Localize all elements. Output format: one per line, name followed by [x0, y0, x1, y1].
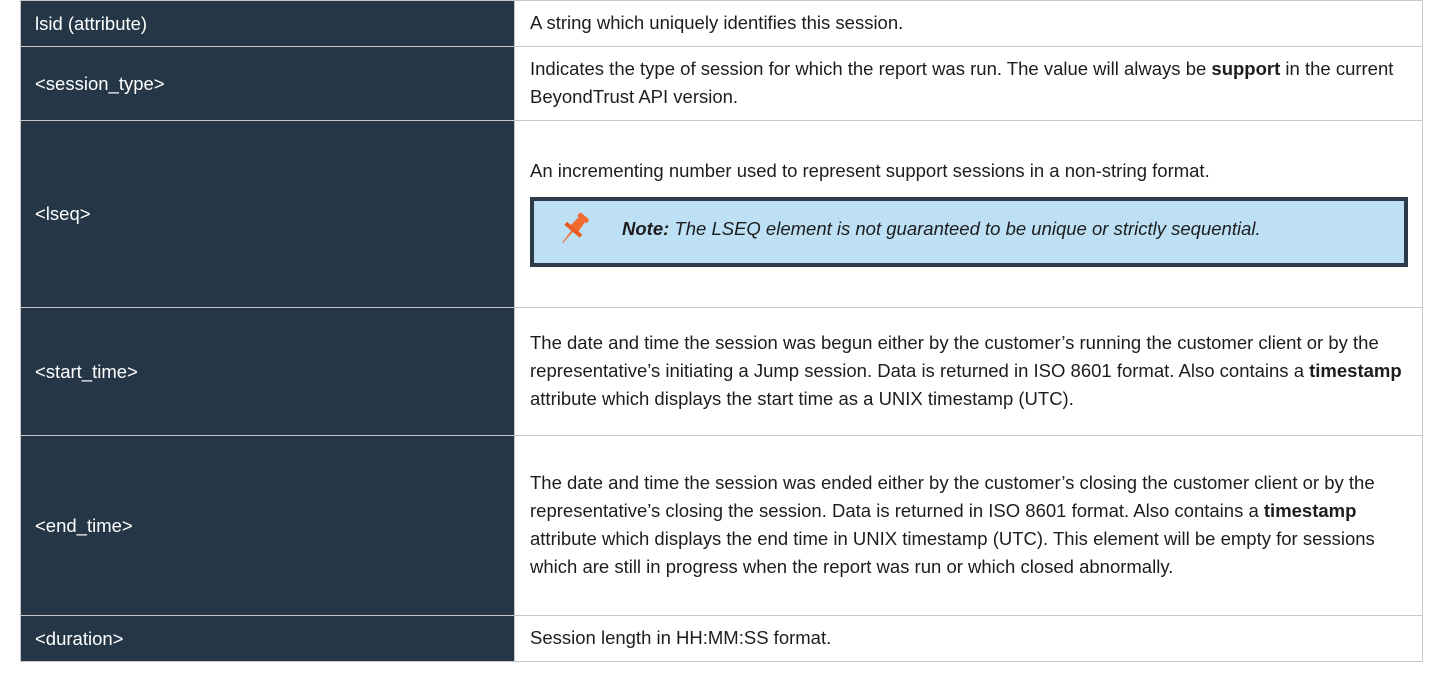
note-label: Note:	[622, 217, 670, 239]
table-row: <start_time> The date and time the sessi…	[20, 307, 1423, 436]
element-name: <session_type>	[20, 46, 515, 121]
note-callout: Note: The LSEQ element is not guaranteed…	[530, 196, 1408, 267]
table-row: <duration> Session length in HH:MM:SS fo…	[20, 615, 1423, 662]
desc-text: attribute which displays the start time …	[530, 388, 1074, 409]
element-name: lsid (attribute)	[20, 0, 515, 47]
note-body: The LSEQ element is not guaranteed to be…	[669, 217, 1261, 239]
table-row: lsid (attribute) A string which uniquely…	[20, 0, 1423, 47]
desc-bold: support	[1211, 58, 1281, 79]
element-description: A string which uniquely identifies this …	[514, 0, 1423, 47]
table-row: <lseq> An incrementing number used to re…	[20, 120, 1423, 308]
desc-text: The date and time the session was begun …	[530, 332, 1379, 381]
table-row: <session_type> Indicates the type of ses…	[20, 46, 1423, 121]
note-text: Note: The LSEQ element is not guaranteed…	[622, 215, 1261, 243]
element-name: <end_time>	[20, 435, 515, 616]
desc-bold: timestamp	[1263, 500, 1357, 521]
element-description: The date and time the session was begun …	[514, 307, 1423, 436]
element-name: <start_time>	[20, 307, 515, 436]
element-description: Session length in HH:MM:SS format.	[514, 615, 1423, 662]
element-description: An incrementing number used to represent…	[514, 120, 1423, 308]
element-name: <duration>	[20, 615, 515, 662]
element-description: Indicates the type of session for which …	[514, 46, 1423, 121]
desc-bold: timestamp	[1309, 360, 1402, 381]
desc-text: An incrementing number used to represent…	[530, 159, 1210, 181]
table-row: <end_time> The date and time the session…	[20, 435, 1423, 616]
desc-text: The date and time the session was ended …	[530, 472, 1375, 521]
desc-text: Indicates the type of session for which …	[530, 58, 1212, 79]
element-description: The date and time the session was ended …	[514, 435, 1423, 616]
reference-table: lsid (attribute) A string which uniquely…	[20, 0, 1423, 662]
element-name: <lseq>	[20, 120, 515, 308]
desc-text: attribute which displays the end time in…	[530, 528, 1375, 577]
pushpin-icon	[562, 212, 589, 243]
